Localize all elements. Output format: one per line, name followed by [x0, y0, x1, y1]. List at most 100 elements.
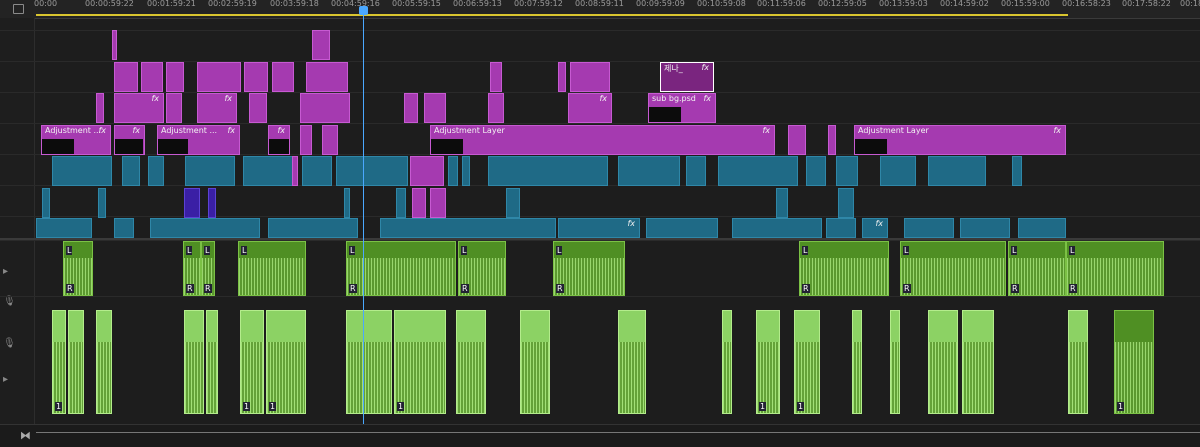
- graphic-clip[interactable]: fx: [114, 93, 164, 123]
- audio-clip[interactable]: L R: [553, 241, 625, 296]
- video-clip[interactable]: [646, 218, 718, 238]
- audio-clip[interactable]: L R: [458, 241, 506, 296]
- audio-clip[interactable]: [206, 310, 218, 414]
- video-clip[interactable]: fx: [862, 218, 888, 238]
- video-clip[interactable]: [826, 218, 856, 238]
- video-clip[interactable]: [836, 156, 858, 186]
- video-clip[interactable]: [928, 156, 986, 186]
- adjustment-layer-clip[interactable]: Adjustment ... fx: [157, 125, 240, 155]
- graphic-clip[interactable]: [166, 93, 182, 123]
- adjustment-layer-clip[interactable]: [322, 125, 338, 155]
- video-clip[interactable]: [344, 188, 350, 218]
- video-clip[interactable]: [488, 156, 608, 186]
- video-clip[interactable]: [114, 218, 134, 238]
- ruler-corner[interactable]: [0, 0, 30, 18]
- video-clip[interactable]: [838, 188, 854, 218]
- video-clip[interactable]: [718, 156, 798, 186]
- audio-clip[interactable]: L R: [900, 241, 1006, 296]
- video-track-v7[interactable]: [0, 30, 1200, 62]
- audio-clip[interactable]: [722, 310, 732, 414]
- audio-clip[interactable]: L R: [201, 241, 215, 296]
- adjustment-layer-clip[interactable]: fx: [114, 125, 145, 155]
- playhead-handle[interactable]: [359, 6, 368, 15]
- audio-clip[interactable]: 1: [394, 310, 446, 414]
- audio-clip[interactable]: 1: [266, 310, 306, 414]
- graphic-clip[interactable]: [312, 30, 330, 60]
- audio-clip[interactable]: [962, 310, 994, 414]
- audio-clip[interactable]: 1: [756, 310, 780, 414]
- graphic-clip[interactable]: fx: [197, 93, 237, 123]
- audio-clip[interactable]: L R: [183, 241, 201, 296]
- audio-clip[interactable]: [520, 310, 550, 414]
- video-clip[interactable]: [396, 188, 406, 218]
- audio-clip[interactable]: L R: [799, 241, 889, 296]
- video-clip[interactable]: [732, 218, 822, 238]
- audio-clip[interactable]: 1: [240, 310, 264, 414]
- audio-clip[interactable]: L: [238, 241, 306, 296]
- audio-clip[interactable]: [346, 310, 392, 414]
- video-clip[interactable]: [184, 188, 200, 218]
- audio-clip[interactable]: [1068, 310, 1088, 414]
- video-clip[interactable]: [302, 156, 332, 186]
- video-clip[interactable]: [410, 156, 444, 186]
- video-clip[interactable]: [148, 156, 164, 186]
- graphic-clip[interactable]: [244, 62, 268, 92]
- video-clip[interactable]: [430, 188, 446, 218]
- video-clip[interactable]: [776, 188, 788, 218]
- video-clip[interactable]: [98, 188, 106, 218]
- video-clip[interactable]: [208, 188, 216, 218]
- graphic-clip[interactable]: [558, 62, 566, 92]
- adjustment-layer-clip[interactable]: Adjustment Layer fx: [854, 125, 1066, 155]
- video-clip[interactable]: [268, 218, 358, 238]
- graphic-clip[interactable]: [249, 93, 267, 123]
- video-track-v2[interactable]: [0, 185, 1200, 217]
- zoom-fit-icon[interactable]: ⧓: [20, 429, 31, 442]
- audio-clip[interactable]: [852, 310, 862, 414]
- video-clip[interactable]: [122, 156, 140, 186]
- video-clip[interactable]: [243, 156, 293, 186]
- audio-clip[interactable]: 1: [52, 310, 66, 414]
- video-clip[interactable]: [618, 156, 680, 186]
- video-clip[interactable]: [448, 156, 458, 186]
- graphic-clip[interactable]: [114, 62, 138, 92]
- audio-clip[interactable]: 1: [1114, 310, 1154, 414]
- graphic-clip[interactable]: [166, 62, 184, 92]
- audio-clip[interactable]: [68, 310, 84, 414]
- graphic-clip[interactable]: [424, 93, 446, 123]
- scrollbar-track[interactable]: [36, 432, 1200, 433]
- audio-clip[interactable]: 1: [794, 310, 820, 414]
- graphic-clip[interactable]: [300, 93, 350, 123]
- video-clip[interactable]: [806, 156, 826, 186]
- adjustment-layer-clip[interactable]: [300, 125, 312, 155]
- graphic-clip[interactable]: [404, 93, 418, 123]
- time-ruler[interactable]: 00:00 00:00:59:22 00:01:59:21 00:02:59:1…: [0, 0, 1200, 19]
- video-clip[interactable]: [185, 156, 235, 186]
- title-clip[interactable]: 제나_ fx: [660, 62, 714, 92]
- video-clip[interactable]: [506, 188, 520, 218]
- audio-clip[interactable]: [928, 310, 958, 414]
- graphic-clip[interactable]: [96, 93, 104, 123]
- audio-clip[interactable]: [456, 310, 486, 414]
- adjustment-layer-clip[interactable]: [788, 125, 806, 155]
- adjustment-layer-clip[interactable]: Adjustment ... fx: [41, 125, 111, 155]
- video-clip[interactable]: [42, 188, 50, 218]
- video-clip[interactable]: [36, 218, 92, 238]
- adjustment-layer-clip[interactable]: fx: [268, 125, 290, 155]
- graphic-clip[interactable]: [306, 62, 348, 92]
- graphic-clip[interactable]: [488, 93, 504, 123]
- adjustment-layer-clip[interactable]: Adjustment Layer fx: [430, 125, 775, 155]
- sub-bg-clip[interactable]: sub bg.psd fx: [648, 93, 716, 123]
- audio-clip[interactable]: [96, 310, 112, 414]
- video-clip[interactable]: [960, 218, 1010, 238]
- video-clip[interactable]: [380, 218, 556, 238]
- graphic-clip[interactable]: [141, 62, 163, 92]
- video-clip[interactable]: [904, 218, 954, 238]
- video-clip[interactable]: [52, 156, 112, 186]
- audio-clip[interactable]: L R: [1066, 241, 1164, 296]
- audio-clip[interactable]: [184, 310, 204, 414]
- audio-clip[interactable]: [618, 310, 646, 414]
- graphic-clip[interactable]: [197, 62, 241, 92]
- video-clip[interactable]: [292, 156, 298, 186]
- video-clip[interactable]: [880, 156, 916, 186]
- video-clip[interactable]: [1018, 218, 1066, 238]
